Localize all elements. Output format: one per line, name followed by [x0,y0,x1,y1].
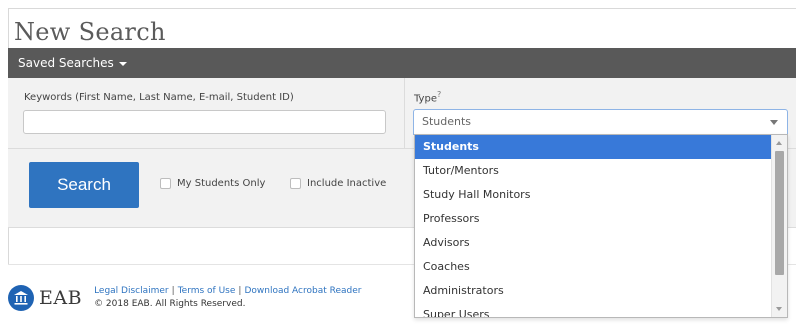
terms-of-use-link[interactable]: Terms of Use [178,286,236,296]
include-inactive-label: Include Inactive [307,178,387,189]
type-option-tutor-mentors[interactable]: Tutor/Mentors [415,159,771,183]
type-help-icon[interactable]: ? [437,90,441,99]
download-acrobat-link[interactable]: Download Acrobat Reader [244,286,361,296]
keywords-input[interactable] [23,110,386,134]
type-option-advisors[interactable]: Advisors [415,231,771,255]
scroll-down-icon[interactable] [776,307,782,311]
page-title: New Search [14,18,166,46]
my-students-only-label: My Students Only [177,178,266,189]
saved-searches-menu[interactable]: Saved Searches [18,48,127,78]
type-label: Type? [414,90,441,104]
caret-down-icon [118,62,127,66]
eab-logo-icon [8,285,34,311]
chevron-down-icon [770,120,778,125]
type-option-coaches[interactable]: Coaches [415,255,771,279]
my-students-only-option[interactable]: My Students Only [160,178,265,189]
copyright-text: © 2018 EAB. All Rights Reserved. [94,299,246,309]
footer-links: Legal Disclaimer | Terms of Use | Download A… [94,285,361,298]
type-option-students[interactable]: Students [415,135,771,159]
building-icon [14,291,28,305]
eab-logo-text: EAB [39,287,83,309]
type-option-administrators[interactable]: Administrators [415,279,771,303]
keywords-label: Keywords (First Name, Last Name, E-mail,… [24,92,294,103]
include-inactive-option[interactable]: Include Inactive [290,178,386,189]
type-option-professors[interactable]: Professors [415,207,771,231]
type-option-study-hall-monitors[interactable]: Study Hall Monitors [415,183,771,207]
toolbar: Saved Searches [8,48,796,78]
search-button[interactable]: Search [29,162,139,208]
legal-disclaimer-link[interactable]: Legal Disclaimer [94,286,169,296]
type-label-text: Type [414,93,437,105]
saved-searches-label: Saved Searches [18,56,114,70]
my-students-only-checkbox[interactable] [160,178,171,189]
dropdown-scrollbar[interactable] [771,135,787,317]
type-select[interactable]: Students [413,109,788,135]
footer-separator: | [171,286,175,296]
footer: EAB Legal Disclaimer | Terms of Use | Downlo… [8,285,361,311]
scrollbar-thumb[interactable] [775,151,784,275]
field-divider [404,78,405,148]
scroll-up-icon[interactable] [776,141,782,145]
include-inactive-checkbox[interactable] [290,178,301,189]
footer-separator: | [238,286,242,296]
type-option-super-users[interactable]: Super Users [415,303,771,317]
type-select-value: Students [422,115,472,128]
type-dropdown-list[interactable]: Students Tutor/Mentors Study Hall Monito… [414,134,788,318]
footer-text: Legal Disclaimer | Terms of Use | Download A… [94,285,361,311]
